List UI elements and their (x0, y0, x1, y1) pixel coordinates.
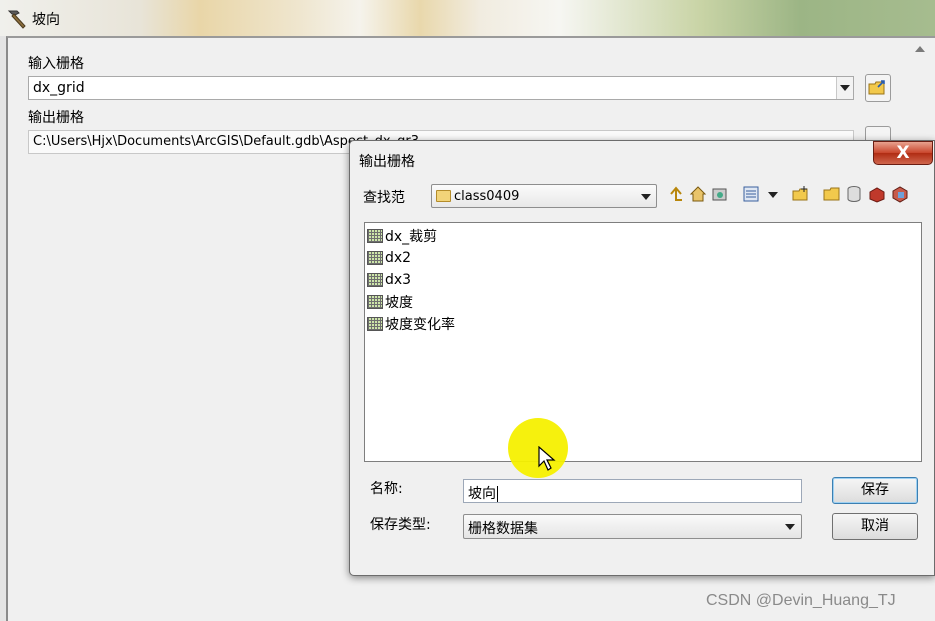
name-label: 名称: (370, 481, 403, 497)
look-in-label: 查找范 (363, 190, 405, 206)
raster-icon (367, 295, 383, 309)
file-name: dx2 (385, 250, 412, 266)
input-raster-field[interactable]: dx_grid (28, 76, 854, 100)
file-list[interactable]: dx_裁剪 dx2 dx3 坡度 坡度变化率 (364, 222, 922, 462)
window-title: 坡向 (32, 12, 60, 28)
save-button[interactable]: 保存 (832, 477, 918, 504)
scroll-up-icon[interactable] (915, 46, 925, 52)
raster-icon (367, 317, 383, 331)
folder-icon (436, 190, 451, 202)
up-one-level-icon[interactable] (667, 185, 685, 203)
list-item[interactable]: 坡度 (367, 292, 413, 312)
chevron-down-icon (785, 524, 795, 530)
hammer-icon (7, 10, 26, 29)
look-in-value: class0409 (454, 189, 520, 204)
mouse-cursor-icon (538, 446, 556, 471)
connect-folder-icon[interactable] (711, 185, 729, 203)
chevron-down-icon (641, 194, 651, 200)
list-item[interactable]: dx3 (367, 270, 411, 290)
save-dialog: 输出栅格 X 查找范 class0409 dx_裁剪 dx2 dx3 坡度 坡度… (349, 140, 935, 576)
save-type-value: 栅格数据集 (468, 521, 538, 537)
raster-icon (367, 273, 383, 287)
close-button[interactable]: X (873, 141, 933, 165)
geodatabase-icon[interactable] (891, 185, 909, 203)
output-raster-label: 输出栅格 (28, 110, 84, 126)
file-name: 坡度变化率 (385, 317, 455, 333)
window-titlebar: 坡向 (0, 0, 935, 36)
file-name: dx_裁剪 (385, 229, 438, 245)
list-item[interactable]: dx_裁剪 (367, 226, 437, 246)
home-icon[interactable] (689, 185, 707, 203)
open-folder-icon (868, 80, 885, 95)
cancel-button[interactable]: 取消 (832, 513, 918, 540)
input-raster-dropdown[interactable] (836, 77, 853, 99)
file-name: 坡度 (385, 295, 413, 311)
file-name: dx3 (385, 272, 412, 288)
raster-icon (367, 229, 383, 243)
look-in-combo[interactable]: class0409 (431, 184, 657, 208)
text-caret (497, 486, 498, 502)
save-type-combo[interactable]: 栅格数据集 (463, 514, 802, 539)
dialog-title: 输出栅格 (359, 154, 415, 170)
input-browse-button[interactable] (865, 74, 891, 102)
input-raster-label: 输入栅格 (28, 56, 84, 72)
list-view-icon[interactable] (742, 185, 760, 203)
close-icon: X (896, 143, 910, 163)
folder-icon[interactable] (823, 185, 841, 203)
chevron-down-icon (840, 85, 850, 91)
save-type-label: 保存类型: (370, 517, 431, 533)
view-dropdown-icon[interactable] (768, 192, 778, 198)
toolbox-icon[interactable] (868, 185, 886, 203)
list-item[interactable]: dx2 (367, 248, 411, 268)
input-raster-value: dx_grid (33, 80, 85, 96)
new-folder-icon[interactable] (792, 185, 810, 203)
list-item[interactable]: 坡度变化率 (367, 314, 455, 334)
name-input[interactable]: 坡向 (463, 479, 802, 503)
raster-icon (367, 251, 383, 265)
database-icon[interactable] (845, 185, 863, 203)
name-value: 坡向 (468, 486, 496, 502)
watermark: CSDN @Devin_Huang_TJ (706, 592, 896, 609)
